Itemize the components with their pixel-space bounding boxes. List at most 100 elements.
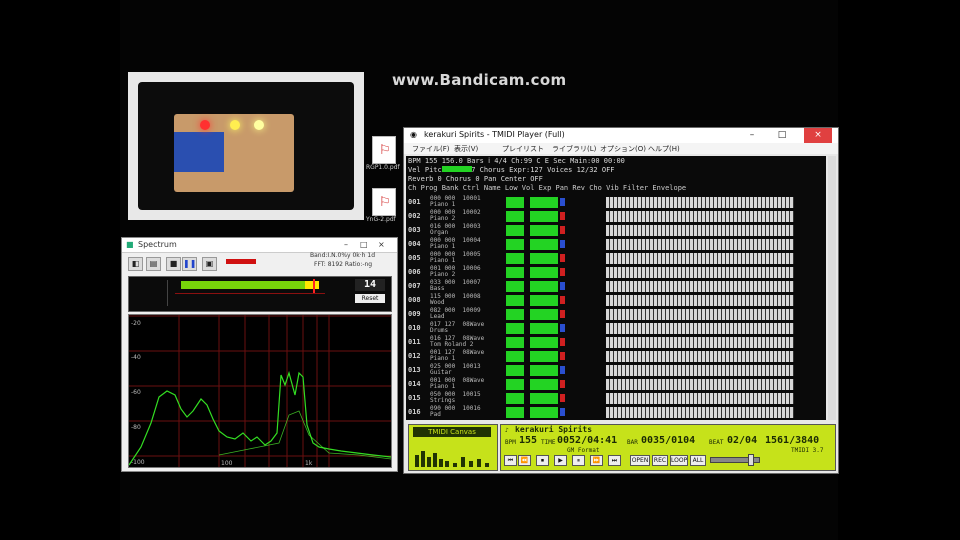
pdf-file-2[interactable]: ⚐ YnG-2.pdf xyxy=(366,188,398,223)
pause-button[interactable]: ❚❚ xyxy=(182,257,197,271)
settings-icon[interactable]: ▣ xyxy=(202,257,217,271)
window-title: kerakuri Spirits - TMIDI Player (Full) xyxy=(424,130,565,139)
pdf-file-name: RGP1.0.pdf xyxy=(366,164,400,171)
pan-marker xyxy=(560,366,565,374)
channel-row[interactable]: 002 000 000 10002 Piano 2 xyxy=(406,210,826,223)
fast-forward-button[interactable]: ⏩ xyxy=(590,455,603,466)
spectrum-titlebar[interactable]: ■ Spectrum – □ × xyxy=(122,238,397,253)
channel-volume-bar xyxy=(506,239,524,250)
loop-button[interactable]: LOOP xyxy=(670,455,688,466)
last-track-button[interactable]: ⏭ xyxy=(608,455,621,466)
channel-expression-bar xyxy=(530,281,558,292)
open-icon[interactable]: ◧ xyxy=(128,257,143,271)
channel-row[interactable]: 016 090 000 10016 Pad xyxy=(406,406,826,419)
close-icon[interactable]: × xyxy=(378,240,385,249)
pdf-file-1[interactable]: ⚐ RGP1.0.pdf xyxy=(366,136,400,171)
channel-instrument: Piano 1 xyxy=(430,201,456,208)
spectrum-window: ■ Spectrum – □ × ◧ ▤ ■ ❚❚ ▣ Band:I.N.0%y… xyxy=(121,237,398,472)
channel-number: 010 xyxy=(408,324,421,332)
channel-row[interactable]: 007 033 000 10007 Bass xyxy=(406,280,826,293)
channel-expression-bar xyxy=(530,197,558,208)
pdf-icon: ⚐ xyxy=(372,136,396,164)
pan-marker xyxy=(560,226,565,234)
scrollbar[interactable] xyxy=(828,156,836,420)
channel-row[interactable]: 015 050 000 10015 Strings xyxy=(406,392,826,405)
minimize-icon[interactable]: – xyxy=(738,128,766,143)
channel-info: 016 000 10003 Organ xyxy=(430,224,481,236)
channel-number: 014 xyxy=(408,380,421,388)
volume-slider-handle[interactable] xyxy=(748,454,754,466)
channel-row[interactable]: 005 000 000 10005 Piano 1 xyxy=(406,252,826,265)
menu-help[interactable]: ヘルプ(H) xyxy=(648,144,680,154)
pause-button[interactable]: ⏸ xyxy=(572,455,585,466)
channel-row[interactable]: 014 001 000 08Wave Piano 1 xyxy=(406,378,826,391)
piano-keyboard xyxy=(606,351,794,362)
tmidi-player-window: ◉ kerakuri Spirits - TMIDI Player (Full)… xyxy=(403,127,839,474)
channel-instrument: Piano 1 xyxy=(430,355,456,362)
first-track-button[interactable]: ⏮ xyxy=(504,455,517,466)
pan-marker xyxy=(560,310,565,318)
time-value: 0052/04:41 xyxy=(557,435,618,446)
menu-file[interactable]: ファイル(F) xyxy=(412,144,450,154)
channel-row[interactable]: 011 016 127 08Wave Tom Roland 2 xyxy=(406,336,826,349)
piano-keyboard xyxy=(606,323,794,334)
channel-expression-bar xyxy=(530,337,558,348)
canvas-label: TMIDI Canvas xyxy=(413,427,491,437)
song-icon: ♪ xyxy=(505,427,509,434)
maximize-icon[interactable]: □ xyxy=(360,240,368,249)
channel-row[interactable]: 013 025 000 10013 Guitar xyxy=(406,364,826,377)
bpm-label: BPM xyxy=(505,439,516,446)
pdf-icon: ⚐ xyxy=(372,188,396,216)
channel-info: 090 000 10016 Pad xyxy=(430,406,481,418)
close-icon[interactable]: × xyxy=(804,128,832,143)
save-icon[interactable]: ▤ xyxy=(146,257,161,271)
channel-row[interactable]: 006 001 000 10006 Piano 2 xyxy=(406,266,826,279)
channel-info: 025 000 10013 Guitar xyxy=(430,364,481,376)
player-titlebar[interactable]: ◉ kerakuri Spirits - TMIDI Player (Full)… xyxy=(404,128,838,143)
minimize-icon[interactable]: – xyxy=(344,240,348,249)
stop-button[interactable]: ⏹ xyxy=(536,455,549,466)
menu-library[interactable]: ライブラリ(L) xyxy=(552,144,596,154)
channel-row[interactable]: 008 115 000 10008 Wood xyxy=(406,294,826,307)
channel-expression-bar xyxy=(530,239,558,250)
meter-line xyxy=(175,293,325,294)
channel-instrument: Organ xyxy=(430,229,449,236)
menu-playlist[interactable]: プレイリスト xyxy=(502,144,544,154)
channel-expression-bar xyxy=(530,253,558,264)
channel-instrument: Pad xyxy=(430,411,441,418)
tmidi-canvas-panel[interactable]: TMIDI Canvas xyxy=(408,424,498,471)
channel-number: 008 xyxy=(408,296,421,304)
channel-row[interactable]: 003 016 000 10003 Organ xyxy=(406,224,826,237)
rec-button[interactable]: REC xyxy=(652,455,668,466)
app-icon: ■ xyxy=(126,240,134,249)
channel-row[interactable]: 010 017 127 08Wave Drums xyxy=(406,322,826,335)
channel-number: 007 xyxy=(408,282,421,290)
channel-volume-bar xyxy=(506,253,524,264)
maximize-icon[interactable]: □ xyxy=(768,128,796,143)
pan-marker xyxy=(560,352,565,360)
channel-volume-bar xyxy=(506,197,524,208)
channel-volume-bar xyxy=(506,407,524,418)
all-button[interactable]: ALL xyxy=(690,455,706,466)
channel-volume-bar xyxy=(506,295,524,306)
rewind-button[interactable]: ⏪ xyxy=(518,455,531,466)
menu-view[interactable]: 表示(V) xyxy=(454,144,478,154)
channel-number: 001 xyxy=(408,198,421,206)
format-label: GM Format xyxy=(567,447,600,454)
menu-options[interactable]: オプション(O) xyxy=(600,144,646,154)
channel-row[interactable]: 001 000 000 10001 Piano 1 xyxy=(406,196,826,209)
play-button[interactable]: ▶ xyxy=(554,455,567,466)
stop-button[interactable]: ■ xyxy=(166,257,181,271)
pan-marker xyxy=(560,198,565,206)
channel-volume-bar xyxy=(506,393,524,404)
channel-instrument: Lead xyxy=(430,313,445,320)
channel-row[interactable]: 012 001 127 08Wave Piano 1 xyxy=(406,350,826,363)
channel-number: 006 xyxy=(408,268,421,276)
channel-row[interactable]: 004 000 000 10004 Piano 1 xyxy=(406,238,826,251)
open-button[interactable]: OPEN xyxy=(630,455,650,466)
reset-button[interactable]: Reset xyxy=(355,294,385,303)
piano-keyboard xyxy=(606,211,794,222)
channel-instrument: Guitar xyxy=(430,369,452,376)
channel-number: 009 xyxy=(408,310,421,318)
channel-row[interactable]: 009 082 000 10009 Lead xyxy=(406,308,826,321)
